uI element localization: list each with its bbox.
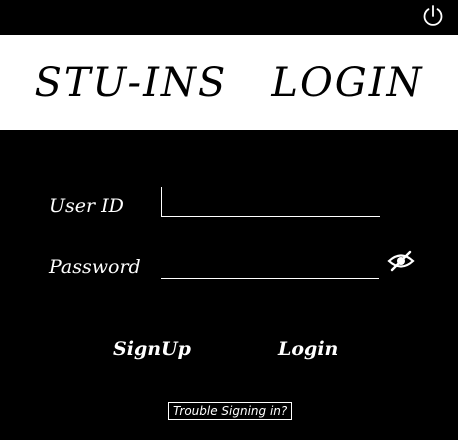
power-icon (423, 5, 443, 26)
eye-slash-icon (387, 250, 415, 272)
toggle-password-visibility-button[interactable] (387, 249, 415, 273)
login-button[interactable]: Login (278, 338, 338, 360)
title-banner: STU-INS LOGIN (0, 35, 458, 130)
password-label: Password (49, 256, 141, 278)
password-input[interactable] (161, 253, 379, 279)
userid-label: User ID (49, 195, 124, 217)
userid-input[interactable] (161, 187, 380, 217)
page-title: STU-INS LOGIN (34, 59, 424, 106)
power-button[interactable] (421, 4, 445, 28)
trouble-signing-in-link[interactable]: Trouble Signing in? (168, 402, 293, 420)
signup-button[interactable]: SignUp (113, 338, 191, 360)
